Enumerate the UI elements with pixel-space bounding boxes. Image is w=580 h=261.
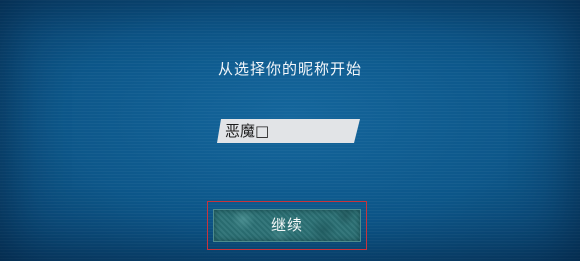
nickname-screen: 从选择你的昵称开始 继续	[0, 0, 580, 261]
nickname-input[interactable]	[217, 119, 360, 143]
nickname-prompt: 从选择你的昵称开始	[217, 60, 362, 78]
continue-button[interactable]: 继续	[213, 209, 361, 242]
